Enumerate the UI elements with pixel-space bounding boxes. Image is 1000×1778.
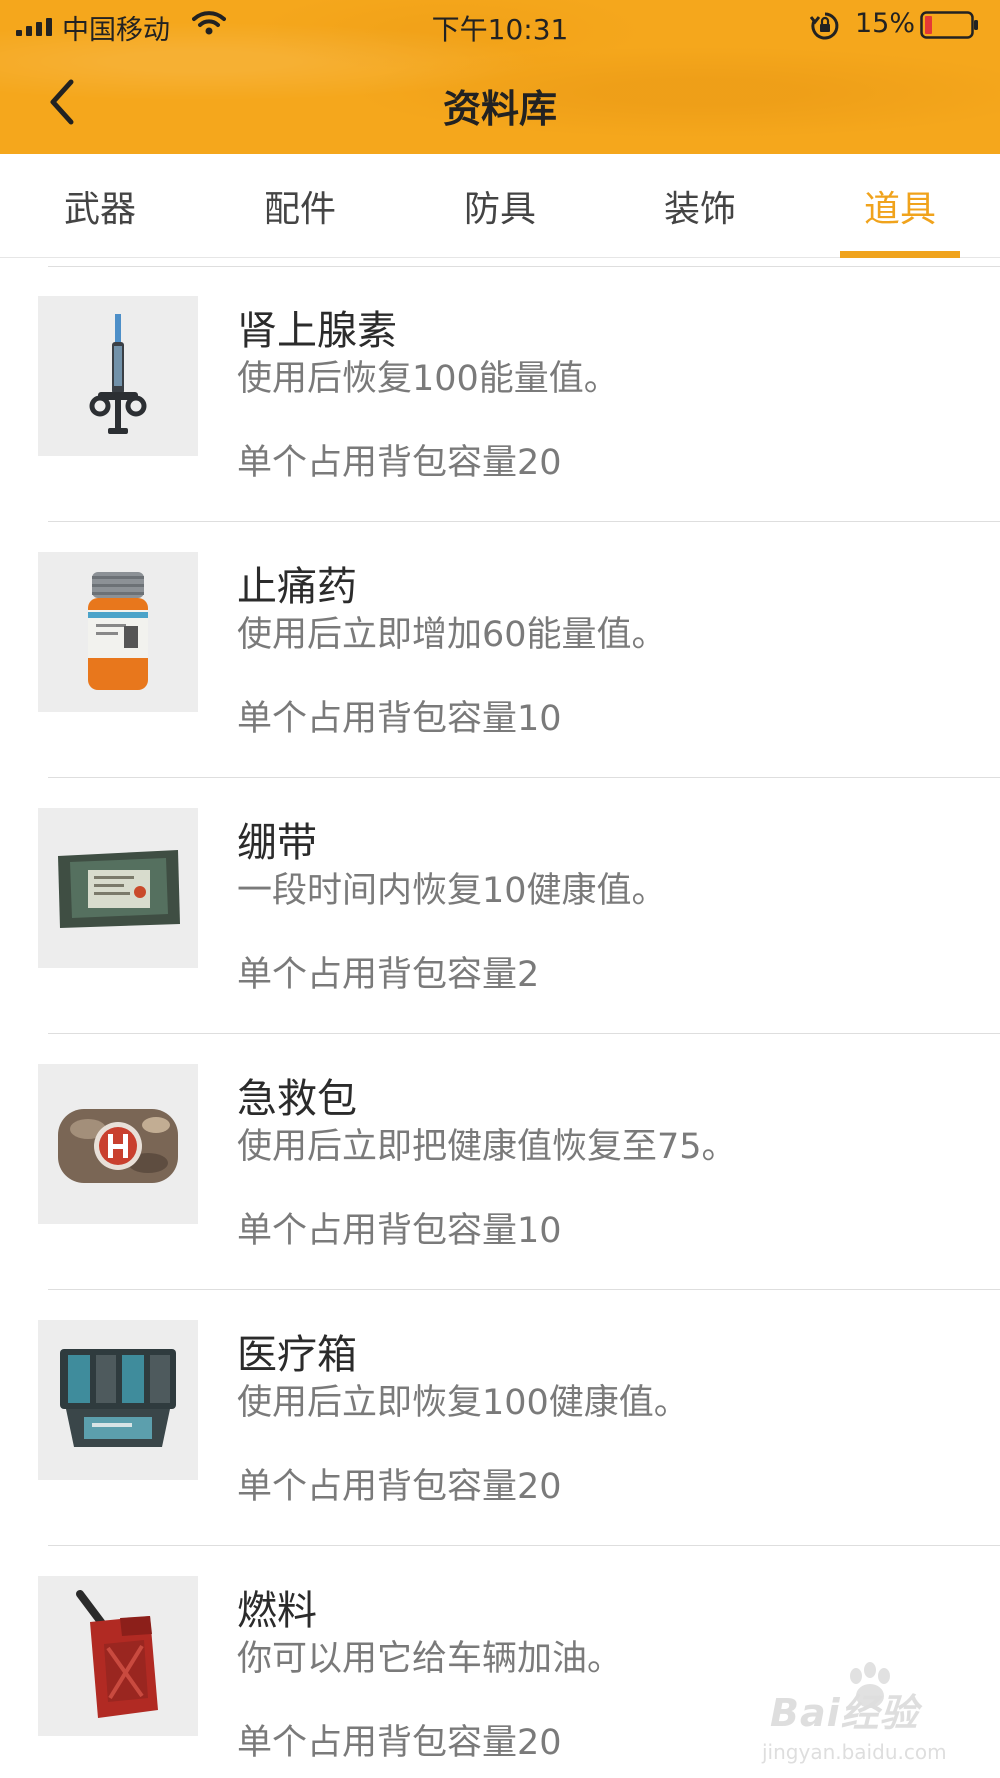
medical-case-icon: [60, 1349, 176, 1447]
item-capacity: 单个占用背包容量20: [237, 1723, 562, 1763]
watermark-url: jingyan.baidu.com: [762, 1740, 947, 1764]
item-name: 燃料: [237, 1588, 317, 1634]
bandage-icon: [58, 850, 180, 928]
item-capacity: 单个占用背包容量20: [237, 1467, 562, 1507]
nav-bar: 资料库: [0, 50, 1000, 154]
item-description: 你可以用它给车辆加油。: [237, 1639, 623, 1679]
watermark-logo: Bai经验: [770, 1691, 919, 1735]
item-capacity: 单个占用背包容量10: [237, 699, 562, 739]
list-item[interactable]: 肾上腺素 使用后恢复100能量值。 单个占用背包容量20: [0, 266, 1000, 522]
item-name: 肾上腺素: [237, 308, 397, 354]
item-name: 止痛药: [237, 564, 357, 610]
header: 中国移动 下午10:31 15% 资料库: [0, 0, 1000, 154]
tab-label: 道具: [863, 189, 936, 230]
clock: 下午10:31: [431, 13, 569, 46]
active-tab-indicator: [840, 251, 960, 258]
list-item[interactable]: 止痛药 使用后立即增加60能量值。 单个占用背包容量10: [0, 522, 1000, 778]
tab-items[interactable]: 道具: [800, 154, 1000, 258]
tab-cosmetics[interactable]: 装饰: [600, 154, 800, 258]
item-thumbnail: [38, 1064, 198, 1224]
status-bar: 中国移动 下午10:31 15%: [0, 0, 1000, 50]
battery-icon: [920, 11, 978, 39]
tab-label: 武器: [63, 189, 136, 230]
tab-label: 防具: [463, 189, 536, 230]
item-description: 一段时间内恢复10健康值。: [237, 871, 667, 911]
tab-weapons[interactable]: 武器: [0, 154, 200, 258]
app-root: 中国移动 下午10:31 15% 资料库 武器 配件 防具 装饰 道具 肾上腺素…: [0, 0, 1000, 1778]
item-description: 使用后立即增加60能量值。: [237, 615, 667, 655]
fuel-can-icon: [76, 1590, 158, 1718]
rotation-lock-icon: [810, 12, 839, 40]
tab-label: 配件: [263, 189, 336, 230]
item-thumbnail: [38, 1320, 198, 1480]
item-thumbnail: [38, 1576, 198, 1736]
list-item[interactable]: 绷带 一段时间内恢复10健康值。 单个占用背包容量2: [0, 778, 1000, 1034]
item-capacity: 单个占用背包容量20: [237, 443, 562, 483]
list-item[interactable]: 医疗箱 使用后立即恢复100健康值。 单个占用背包容量20: [0, 1290, 1000, 1546]
syringe-icon: [89, 314, 147, 434]
item-thumbnail: [38, 552, 198, 712]
item-capacity: 单个占用背包容量2: [237, 955, 540, 995]
list-item[interactable]: 急救包 使用后立即把健康值恢复至75。 单个占用背包容量10: [0, 1034, 1000, 1290]
item-name: 医疗箱: [237, 1332, 357, 1378]
item-thumbnail: [38, 808, 198, 968]
tab-label: 装饰: [663, 189, 736, 230]
item-list[interactable]: 肾上腺素 使用后恢复100能量值。 单个占用背包容量20 止痛药 使用后立即增加…: [0, 258, 1000, 1778]
pill-bottle-icon: [88, 572, 148, 690]
first-aid-kit-icon: [58, 1109, 178, 1183]
item-name: 绷带: [237, 820, 317, 866]
tab-armor[interactable]: 防具: [400, 154, 600, 258]
item-description: 使用后恢复100能量值。: [237, 359, 619, 399]
item-description: 使用后立即把健康值恢复至75。: [237, 1127, 737, 1167]
item-name: 急救包: [237, 1076, 357, 1122]
battery-percent: 15%: [855, 8, 916, 39]
item-capacity: 单个占用背包容量10: [237, 1211, 562, 1251]
category-tabs: 武器 配件 防具 装饰 道具: [0, 154, 1000, 258]
item-description: 使用后立即恢复100健康值。: [237, 1383, 689, 1423]
page-title: 资料库: [442, 87, 557, 131]
item-thumbnail: [38, 296, 198, 456]
watermark: Bai经验 jingyan.baidu.com: [760, 1660, 990, 1770]
tab-attachments[interactable]: 配件: [200, 154, 400, 258]
